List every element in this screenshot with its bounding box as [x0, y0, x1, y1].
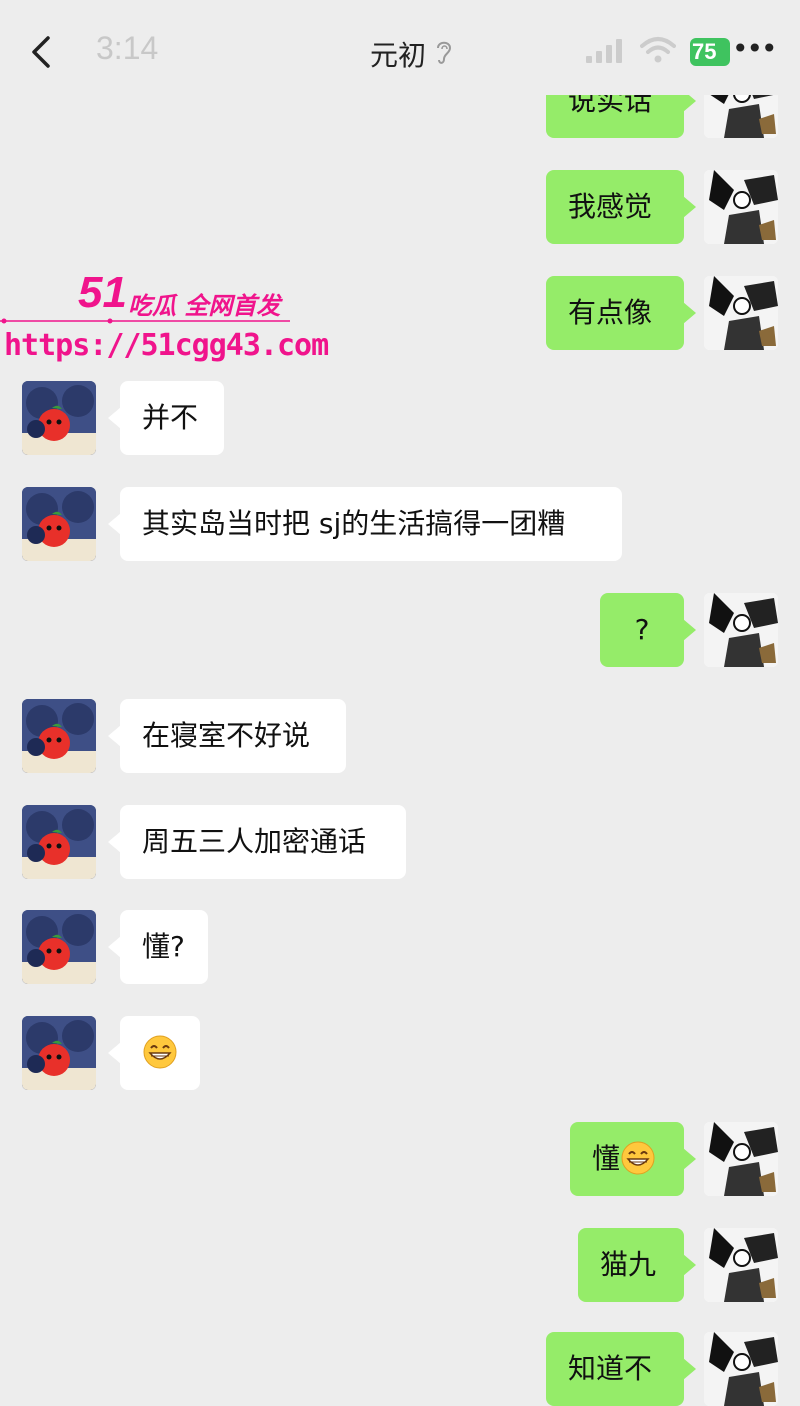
- message-text: 周五三人加密通话: [142, 825, 367, 858]
- message-bubble-outgoing[interactable]: 懂: [570, 1122, 696, 1196]
- avatar[interactable]: [704, 1332, 778, 1406]
- message-text: 猫九: [600, 1248, 657, 1281]
- message-text: 懂: [592, 1142, 621, 1175]
- watermark-logo: 51: [78, 268, 127, 317]
- avatar[interactable]: [704, 593, 778, 667]
- watermark: 51 吃瓜 全网首发 https://51cgg43.com: [0, 268, 329, 368]
- manga-avatar-icon: [704, 1228, 778, 1302]
- avatar[interactable]: [704, 1122, 778, 1196]
- back-button[interactable]: [24, 30, 64, 74]
- message-bubble-outgoing[interactable]: ?: [600, 593, 696, 667]
- manga-avatar-icon: [704, 1122, 778, 1196]
- avatar[interactable]: [22, 805, 96, 879]
- message-text: 我感觉: [568, 190, 653, 223]
- manga-avatar-icon: [704, 1332, 778, 1406]
- message-bubble-outgoing[interactable]: 知道不: [546, 1332, 696, 1406]
- fruit-plush-avatar-icon: [22, 381, 96, 455]
- fruit-plush-avatar-icon: [22, 910, 96, 984]
- avatar[interactable]: [22, 1016, 96, 1090]
- chat-title: 元初: [370, 39, 427, 72]
- message-bubble-incoming[interactable]: [108, 1016, 200, 1090]
- avatar[interactable]: [704, 1228, 778, 1302]
- fruit-plush-avatar-icon: [22, 805, 96, 879]
- message-text: ?: [634, 613, 650, 646]
- ear-icon: [437, 41, 452, 64]
- message-bubble-incoming[interactable]: 懂?: [108, 910, 208, 984]
- fruit-plush-avatar-icon: [22, 699, 96, 773]
- chat-header: 3:14 元初 75 •••: [0, 0, 800, 95]
- message-text: 知道不: [568, 1352, 653, 1385]
- message-bubble-incoming[interactable]: 并不: [108, 381, 224, 455]
- message-bubble-outgoing[interactable]: 有点像: [546, 276, 696, 350]
- message-bubble-incoming[interactable]: 其实岛当时把 sj的生活搞得一团糟: [108, 487, 622, 561]
- status-time: 3:14: [96, 30, 159, 66]
- message-text: 并不: [142, 401, 199, 434]
- avatar[interactable]: [704, 170, 778, 244]
- message-text: 其实岛当时把 sj的生活搞得一团糟: [142, 507, 566, 540]
- message-text: 有点像: [568, 296, 653, 329]
- avatar[interactable]: [22, 381, 96, 455]
- battery-indicator: 75: [690, 38, 730, 66]
- message-bubble-incoming[interactable]: 周五三人加密通话: [108, 805, 406, 879]
- watermark-divider: [0, 318, 290, 324]
- wifi-icon: [640, 37, 676, 63]
- message-bubble-incoming[interactable]: 在寝室不好说: [108, 699, 346, 773]
- avatar[interactable]: [22, 910, 96, 984]
- fruit-plush-avatar-icon: [22, 1016, 96, 1090]
- message-bubble-outgoing[interactable]: 我感觉: [546, 170, 696, 244]
- manga-avatar-icon: [704, 276, 778, 350]
- avatar[interactable]: [704, 276, 778, 350]
- watermark-subtitle: 吃瓜 全网首发: [128, 292, 281, 320]
- message-text: 懂?: [142, 930, 185, 963]
- more-options-button[interactable]: •••: [732, 32, 778, 65]
- chevron-left-icon: [32, 36, 50, 68]
- more-dots-icon: •••: [732, 32, 778, 65]
- manga-avatar-icon: [704, 593, 778, 667]
- grin-emoji-icon: [621, 1141, 655, 1175]
- watermark-url: https://51cgg43.com: [4, 328, 329, 363]
- cellular-signal-icon: [586, 39, 622, 63]
- message-bubble-outgoing[interactable]: 猫九: [578, 1228, 696, 1302]
- avatar[interactable]: [22, 487, 96, 561]
- grin-emoji-icon: [143, 1035, 177, 1069]
- manga-avatar-icon: [704, 170, 778, 244]
- fruit-plush-avatar-icon: [22, 487, 96, 561]
- avatar[interactable]: [22, 699, 96, 773]
- message-text: 在寝室不好说: [142, 719, 311, 752]
